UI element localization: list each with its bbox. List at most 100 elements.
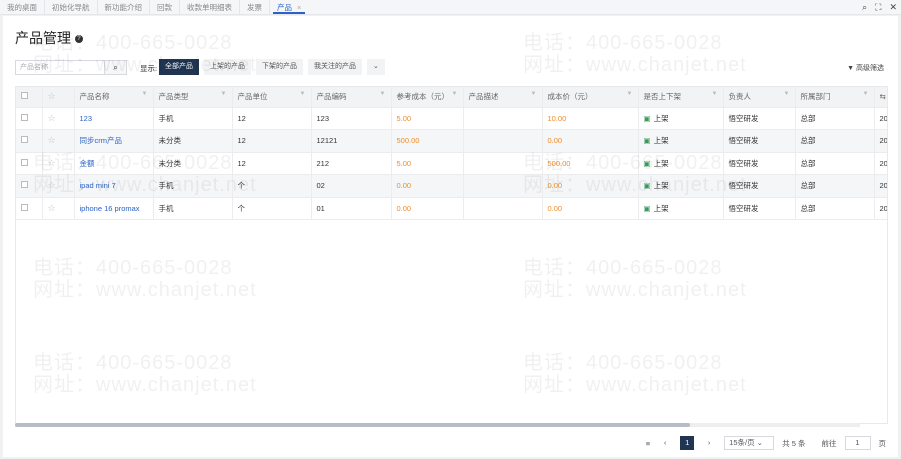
- window-controls: ⌕ ⛶ ✕: [862, 2, 897, 13]
- product-unit: 12: [232, 107, 312, 130]
- tab-6[interactable]: 产品 ×: [270, 0, 308, 14]
- truncated-date: 20:: [874, 152, 887, 175]
- horizontal-scrollbar[interactable]: [15, 423, 860, 427]
- table-row[interactable]: ☆ 123 手机 12 123 5.00 10.00 ▣ 上架 悟空研发 总部 2…: [16, 107, 887, 130]
- product-code: 123: [311, 107, 392, 130]
- filter-delisted[interactable]: 下架的产品: [256, 59, 303, 75]
- column-header[interactable]: 所属部门 ▼: [795, 87, 875, 108]
- filter-icon[interactable]: ▼: [142, 91, 148, 97]
- row-checkbox[interactable]: [16, 152, 43, 175]
- row-checkbox[interactable]: [16, 107, 43, 130]
- select-all-checkbox[interactable]: [16, 87, 43, 108]
- tab-0[interactable]: 我的桌面: [0, 0, 45, 14]
- more-filters-chevron-down-icon[interactable]: ⌄: [367, 59, 385, 75]
- tab-label: 新功能介绍: [104, 3, 143, 12]
- search-input[interactable]: 产品名称 ⌕: [15, 60, 127, 75]
- star-icon[interactable]: ☆: [42, 174, 75, 198]
- product-description: [463, 152, 543, 175]
- filter-icon[interactable]: ▼: [380, 91, 386, 97]
- filter-icon: ▼: [847, 65, 855, 72]
- product-type: 手机: [153, 197, 233, 220]
- column-header[interactable]: 产品编码 ▼: [311, 87, 392, 108]
- close-tab-icon[interactable]: ×: [297, 3, 301, 12]
- column-header[interactable]: 产品类型 ▼: [153, 87, 233, 108]
- close-icon[interactable]: ✕: [889, 2, 897, 13]
- cost-price: 0.00: [542, 129, 639, 153]
- filter-all[interactable]: 全部产品: [159, 59, 199, 75]
- column-header[interactable]: 产品单位 ▼: [232, 87, 312, 108]
- column-header-label: 产品名称: [79, 92, 110, 102]
- table-row[interactable]: ☆ 金额 未分类 12 212 5.00 500.00 ▣ 上架 悟空研发 总部 …: [16, 152, 887, 175]
- tab-1[interactable]: 初始化导航: [45, 0, 98, 14]
- column-header[interactable]: 参考成本（元） ▼: [391, 87, 464, 108]
- product-name-link[interactable]: 123: [80, 114, 93, 123]
- goto-page-input[interactable]: 1: [844, 436, 871, 450]
- department: 总部: [795, 152, 875, 175]
- table-row[interactable]: ☆ 同步crm产品 未分类 12 12121 500.00 0.00 ▣ 上架 悟…: [16, 129, 887, 153]
- search-icon[interactable]: ⌕: [862, 2, 867, 13]
- product-code: 02: [311, 174, 392, 198]
- product-name-link[interactable]: 同步crm产品: [80, 136, 123, 145]
- filter-icon[interactable]: ▼: [300, 91, 306, 97]
- product-name-link[interactable]: 金额: [80, 159, 95, 168]
- product-code: 01: [311, 197, 392, 220]
- filter-icon[interactable]: ▼: [863, 91, 869, 97]
- scrollbar-thumb[interactable]: [15, 423, 690, 427]
- column-header-label: 所属部门: [800, 92, 831, 102]
- list-icon[interactable]: ≡: [646, 439, 650, 448]
- next-page-button[interactable]: ›: [702, 436, 716, 450]
- filter-icon[interactable]: ▼: [221, 91, 227, 97]
- column-header[interactable]: 是否上下架 ▼: [638, 87, 724, 108]
- product-code: 212: [311, 152, 392, 175]
- page-size-select[interactable]: 15条/页 ⌄: [724, 436, 775, 450]
- fullscreen-icon[interactable]: ⛶: [875, 2, 881, 13]
- filter-icon[interactable]: ▼: [784, 91, 790, 97]
- status-label: 上架: [653, 158, 669, 168]
- product-table: ☆ 产品名称 ▼ 产品类型 ▼ 产品单位 ▼ 产品编码 ▼ 参考成本（元） ▼ 产品描述 ▼ 成本价（元）…: [15, 86, 888, 424]
- filter-icon[interactable]: ▼: [712, 91, 718, 97]
- column-header[interactable]: 负责人 ▼: [723, 87, 796, 108]
- column-header[interactable]: 产品描述 ▼: [463, 87, 543, 108]
- reference-cost: 0.00: [391, 197, 464, 220]
- filter-icon[interactable]: ▼: [531, 91, 537, 97]
- filter-listed[interactable]: 上架的产品: [204, 59, 251, 75]
- department: 总部: [795, 197, 875, 220]
- tab-label: 收款单明细表: [187, 3, 232, 12]
- help-icon[interactable]: ?: [74, 35, 83, 44]
- column-header[interactable]: 成本价（元） ▼: [542, 87, 639, 108]
- table-row[interactable]: ☆ ipad mini 7 手机 个 02 0.00 0.00 ▣ 上架 悟空研发…: [16, 174, 887, 198]
- listing-status: ▣ 上架: [638, 129, 724, 153]
- tab-3[interactable]: 回款: [150, 0, 180, 14]
- row-checkbox[interactable]: [16, 174, 43, 198]
- prev-page-button[interactable]: ‹: [658, 436, 672, 450]
- listed-icon: ▣: [643, 158, 651, 168]
- row-checkbox[interactable]: [16, 129, 43, 153]
- page-1-button[interactable]: 1: [680, 436, 695, 450]
- advanced-filter-button[interactable]: ▼ 高级筛选: [847, 63, 884, 73]
- column-header[interactable]: 产品名称 ▼: [74, 87, 154, 108]
- star-icon[interactable]: ☆: [42, 107, 75, 130]
- listing-status: ▣ 上架: [638, 197, 724, 220]
- tab-4[interactable]: 收款单明细表: [180, 0, 240, 14]
- product-code: 12121: [311, 129, 392, 153]
- tab-label: 我的桌面: [7, 3, 37, 12]
- filter-followed[interactable]: 我关注的产品: [308, 59, 362, 75]
- product-description: [463, 107, 543, 130]
- show-label: 显示:: [140, 64, 158, 73]
- star-icon[interactable]: ☆: [42, 197, 75, 220]
- filter-icon[interactable]: ▼: [627, 91, 633, 97]
- tab-2[interactable]: 新功能介绍: [98, 0, 150, 14]
- product-name-link[interactable]: ipad mini 7: [80, 181, 116, 190]
- owner: 悟空研发: [723, 152, 796, 175]
- star-icon[interactable]: ☆: [42, 152, 75, 175]
- cost-price: 10.00: [542, 107, 639, 130]
- tab-5[interactable]: 发票: [240, 0, 270, 14]
- row-checkbox[interactable]: [16, 197, 43, 220]
- column-settings-icon[interactable]: ⇆: [874, 87, 887, 108]
- filter-icon[interactable]: ▼: [452, 91, 458, 97]
- table-row[interactable]: ☆ iphone 16 promax 手机 个 01 0.00 0.00 ▣ 上架…: [16, 197, 887, 220]
- search-icon[interactable]: ⌕: [104, 61, 126, 74]
- tab-label: 产品: [277, 3, 292, 12]
- star-icon[interactable]: ☆: [42, 129, 75, 153]
- product-name-link[interactable]: iphone 16 promax: [80, 204, 140, 213]
